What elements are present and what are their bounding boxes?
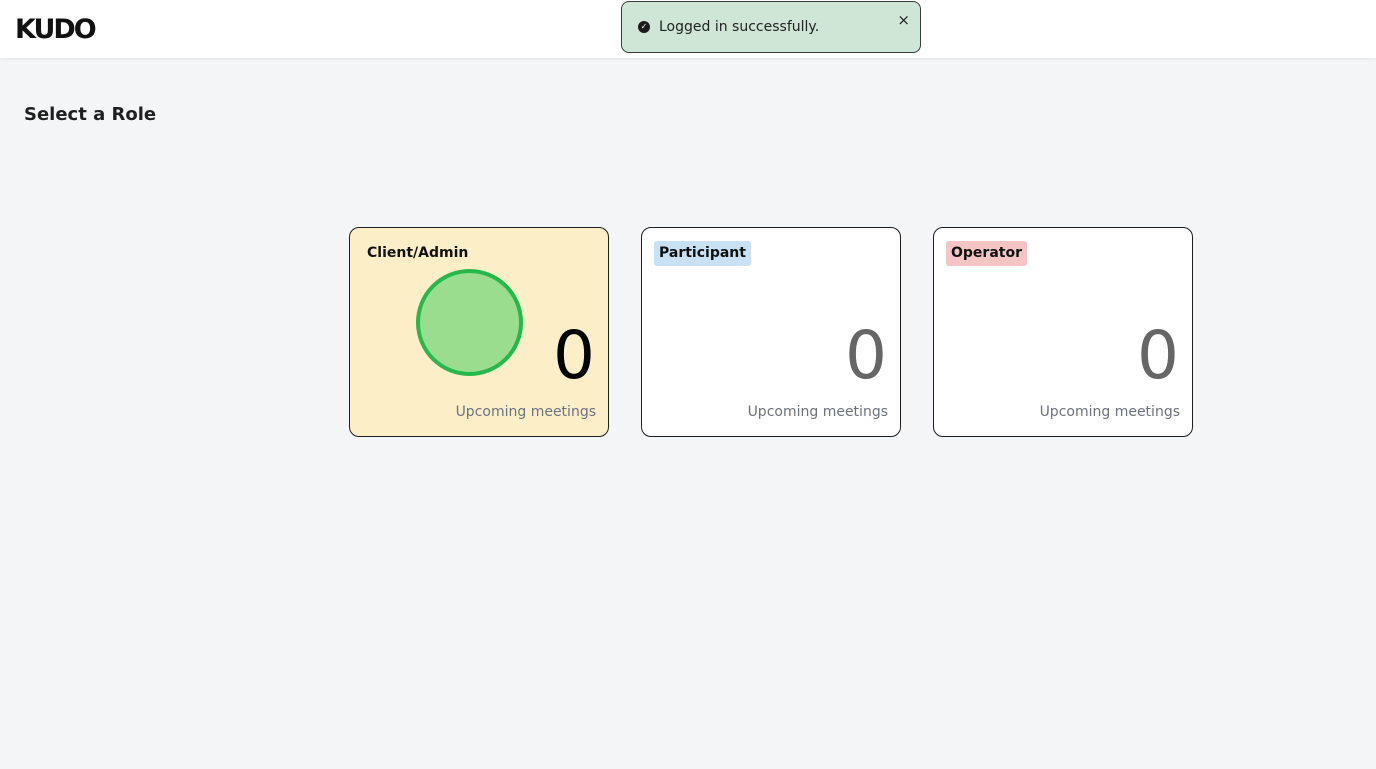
close-icon[interactable]: × (897, 11, 910, 29)
upcoming-meetings-label: Upcoming meetings (455, 404, 596, 420)
role-label: Client/Admin (367, 245, 469, 261)
check-circle-icon: ✓ (638, 21, 650, 33)
kudo-logo[interactable]: KUDO (15, 15, 97, 45)
role-card-operator[interactable]: Operator 0 Upcoming meetings (933, 227, 1193, 437)
success-toast: ✓ Logged in successfully. × (621, 1, 921, 53)
upcoming-meetings-count: 0 (845, 317, 887, 394)
click-indicator (416, 269, 523, 376)
toast-message: Logged in successfully. (659, 19, 820, 35)
upcoming-meetings-label: Upcoming meetings (1039, 404, 1180, 420)
upcoming-meetings-count: 0 (1137, 317, 1179, 394)
upcoming-meetings-label: Upcoming meetings (747, 404, 888, 420)
role-label: Participant (654, 241, 751, 266)
upcoming-meetings-count: 0 (553, 317, 595, 394)
role-card-client-admin[interactable]: Client/Admin 0 Upcoming meetings (349, 227, 609, 437)
role-card-participant[interactable]: Participant 0 Upcoming meetings (641, 227, 901, 437)
role-label: Operator (946, 241, 1027, 266)
page-title: Select a Role (24, 104, 157, 125)
